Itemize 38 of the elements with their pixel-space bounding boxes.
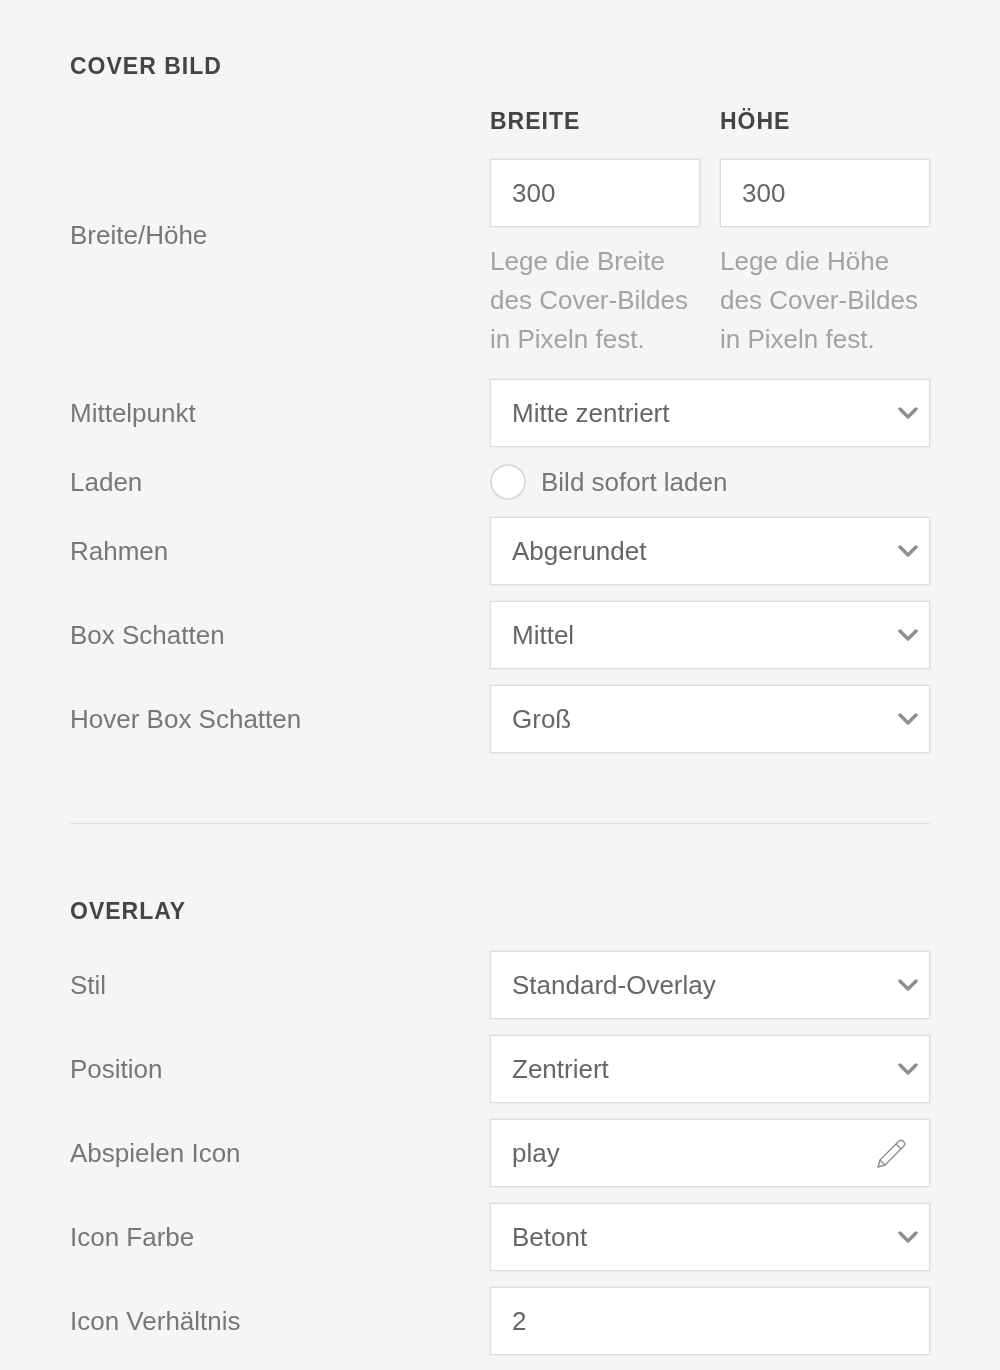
help-text: Lege die Breite des Cover-Bildes in Pixeln fest. — [490, 245, 689, 356]
column-heading: HÖHE — [720, 107, 791, 136]
section-heading: OVERLAY — [70, 897, 187, 926]
field-label: Icon Farbe — [70, 1221, 195, 1254]
help-text: Lege die Höhe des Cover-Bildes in Pixeln fest. — [720, 245, 919, 356]
dropdown[interactable]: Standard-Overlay — [490, 951, 930, 1019]
section-heading: COVER BILD — [70, 52, 222, 81]
dropdown[interactable]: Zentriert — [490, 1035, 930, 1103]
field-label: Breite/Höhe — [70, 218, 208, 252]
chevron-down-icon — [898, 979, 918, 991]
dropdown[interactable]: Groß — [490, 685, 930, 753]
field-label: Rahmen — [70, 535, 169, 568]
field-label: Hover Box Schatten — [70, 703, 302, 736]
chevron-down-icon — [898, 713, 918, 725]
input-field[interactable]: 2 — [490, 1287, 930, 1355]
dropdown[interactable]: Betont — [490, 1203, 930, 1271]
field-label: Laden — [70, 466, 143, 499]
icon-picker-field[interactable]: play — [490, 1119, 930, 1187]
dropdown[interactable]: Mitte zentriert — [490, 379, 930, 447]
radio-button[interactable] — [490, 464, 526, 500]
chevron-down-icon — [898, 1063, 918, 1075]
field-label: Icon Verhältnis — [70, 1305, 241, 1338]
chevron-down-icon — [898, 629, 918, 641]
chevron-down-icon — [898, 1231, 918, 1243]
field-label: Abspielen Icon — [70, 1137, 241, 1170]
pencil-icon[interactable] — [876, 1137, 907, 1169]
field-label: Position — [70, 1053, 163, 1086]
input-field[interactable]: 300 — [720, 159, 930, 227]
field-label: Mittelpunkt — [70, 397, 196, 430]
field-label: Stil — [70, 969, 107, 1002]
dropdown[interactable]: Abgerundet — [490, 517, 930, 585]
dropdown[interactable]: Mittel — [490, 601, 930, 669]
chevron-down-icon — [898, 407, 918, 419]
radio-label: Bild sofort laden — [541, 466, 728, 498]
field-label: Box Schatten — [70, 619, 225, 652]
input-field[interactable]: 300 — [490, 159, 700, 227]
chevron-down-icon — [898, 545, 918, 557]
column-heading: BREITE — [490, 107, 581, 136]
